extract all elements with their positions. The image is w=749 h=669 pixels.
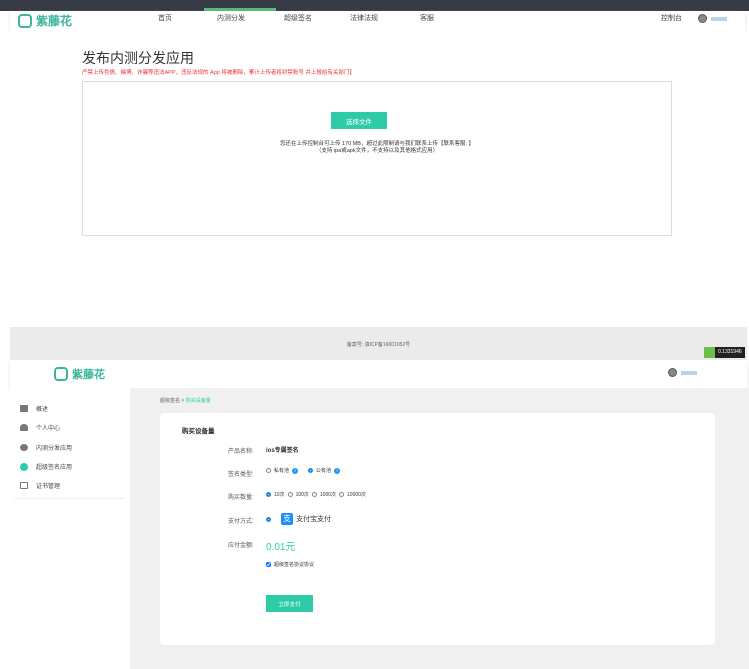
badge-value: 0.1331946	[715, 347, 745, 358]
user-menu[interactable]	[698, 14, 727, 23]
nav-beta-distribution[interactable]: 内测分发	[217, 13, 245, 23]
option-label: 1000次	[319, 492, 337, 498]
sidebar-item-certificates[interactable]: 证书管理	[20, 481, 60, 490]
username	[711, 16, 727, 21]
nav-active-indicator	[204, 8, 276, 11]
breadcrumb: 超级签名 > 购买设备量	[160, 397, 211, 404]
option-label: 100次	[295, 492, 309, 498]
sidebar-item-label: 内测分发应用	[36, 446, 73, 452]
upload-dropzone[interactable]: 选择文件 您还在上传控制台可上传 170 MB，超过此限制请与我们联系上传【联系…	[82, 81, 672, 236]
alipay-icon: 支	[281, 513, 293, 525]
sidebar-item-super-sign-apps[interactable]: 超级签名应用	[20, 462, 72, 471]
breadcrumb-parent[interactable]: 超级签名	[160, 398, 180, 404]
quantity-group: 10次 100次 1000次 10000次	[266, 491, 366, 498]
quantity-label: 购买数量:	[228, 495, 254, 501]
browser-top-bar	[0, 0, 749, 11]
brand-name: 紫藤花	[36, 14, 73, 28]
nav-console[interactable]: 控制台	[661, 13, 682, 23]
payment-group: 支支付宝支付	[266, 513, 331, 525]
option-label: 私有池	[274, 468, 290, 474]
agreement-checkbox[interactable]	[266, 562, 271, 567]
sidebar-item-overview[interactable]: 概述	[20, 404, 48, 413]
sidebar-item-label: 概述	[36, 407, 49, 413]
agreement-link[interactable]: 超级签名协议协议	[274, 561, 314, 568]
brand-logo[interactable]: 紫藤花	[18, 12, 72, 29]
page-title: 发布内测分发应用	[82, 50, 194, 66]
radio-public[interactable]	[308, 468, 314, 473]
radio-qty-1000[interactable]	[311, 492, 317, 497]
option-label: 10000次	[347, 492, 366, 498]
nav-home[interactable]: 首页	[158, 13, 172, 23]
sidebar-item-profile[interactable]: 个人中心	[20, 423, 60, 432]
sign-type-group: 私有池? 公有池?	[266, 467, 341, 474]
user-menu-2[interactable]	[668, 368, 697, 377]
help-icon[interactable]: ?	[292, 467, 299, 474]
choose-file-button[interactable]: 选择文件	[331, 112, 387, 129]
nav-service[interactable]: 客服	[420, 13, 434, 23]
option-label: 公有池	[316, 468, 332, 474]
sidebar-item-label: 超级签名应用	[36, 465, 73, 471]
pay-now-button[interactable]: 立即支付	[266, 595, 313, 612]
breadcrumb-separator: >	[181, 398, 185, 404]
console-header: 紫藤花	[10, 360, 747, 388]
avatar	[698, 14, 707, 23]
pay-method-label: 支付宝支付	[296, 516, 331, 523]
cube-icon	[20, 444, 28, 451]
footer-icp: 备案号: 滇ICP备16001952号	[10, 327, 747, 360]
amount-label: 应付金额:	[228, 543, 254, 549]
sidebar-item-label: 证书管理	[36, 484, 61, 490]
payment-label: 支付方式:	[228, 519, 254, 525]
username	[681, 370, 697, 375]
speed-badge: 0.1331946	[704, 347, 745, 358]
sidebar: 概述 个人中心 内测分发应用 超级签名应用 证书管理	[10, 388, 130, 669]
radio-alipay[interactable]	[266, 516, 271, 522]
option-label: 10次	[274, 492, 285, 498]
help-icon[interactable]: ?	[334, 467, 341, 474]
radio-qty-10000[interactable]	[339, 492, 345, 497]
radio-private[interactable]	[266, 468, 271, 473]
avatar	[668, 368, 677, 377]
amount-value: 0.01元	[266, 542, 296, 553]
card-title: 购买设备量	[182, 428, 215, 435]
nav-super-sign[interactable]: 超级签名	[284, 13, 312, 23]
breadcrumb-current: 购买设备量	[185, 398, 211, 404]
logo-icon	[18, 13, 32, 28]
radio-qty-100[interactable]	[287, 492, 293, 497]
brand-logo-2[interactable]: 紫藤花	[54, 366, 105, 382]
sidebar-item-label: 个人中心	[36, 426, 61, 432]
logo-icon	[54, 367, 68, 381]
sidebar-divider	[14, 498, 124, 499]
product-value: ios专属签名	[266, 448, 299, 454]
sign-type-label: 签名类型:	[228, 472, 254, 478]
upload-warning: 严禁上传色情、赌博、诈骗等违法APP，违反法规的 App 将被删除，累计上传者将…	[82, 70, 355, 76]
nav-laws[interactable]: 法律法规	[350, 13, 378, 23]
monitor-icon	[20, 405, 28, 412]
leaf-icon	[704, 347, 715, 358]
product-label: 产品名称:	[228, 449, 254, 455]
certificate-icon	[20, 482, 28, 489]
upload-help-2: （支持 ipa或apk文件，不支持以及其他格式应用）	[315, 148, 439, 154]
agreement-row: 超级签名协议协议	[266, 561, 314, 568]
brand-name: 紫藤花	[72, 369, 105, 381]
radio-qty-10[interactable]	[266, 492, 271, 497]
pen-icon	[20, 462, 28, 471]
sidebar-item-beta-apps[interactable]: 内测分发应用	[20, 443, 72, 452]
top-header: 紫藤花 首页 内测分发 超级签名 法律法规 客服 控制台	[10, 11, 745, 30]
user-icon	[20, 424, 28, 431]
